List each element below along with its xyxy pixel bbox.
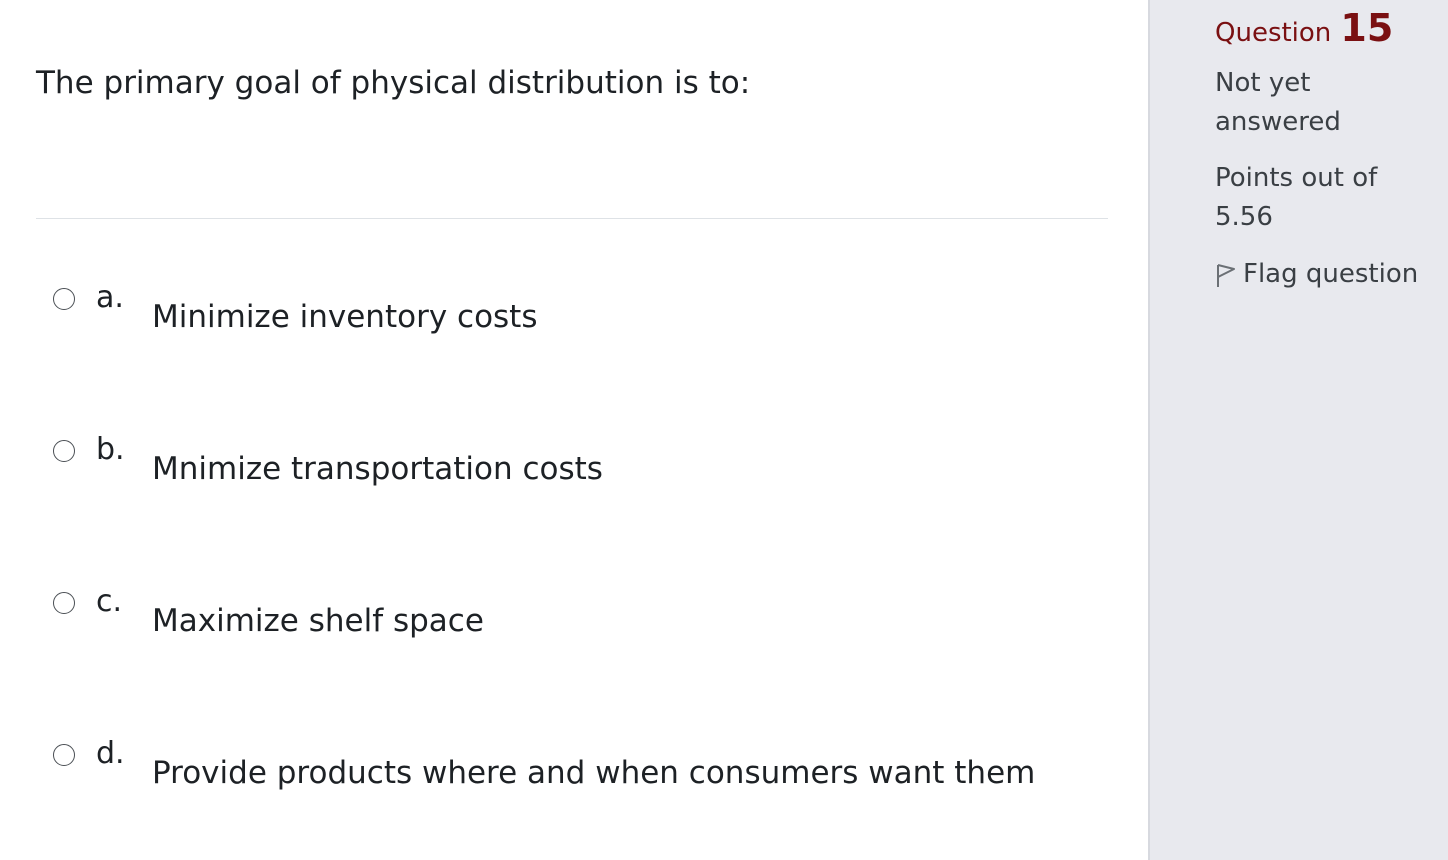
- flag-outline-icon[interactable]: [1215, 261, 1237, 287]
- flag-question-label[interactable]: Flag question: [1243, 259, 1418, 289]
- radio-button-c[interactable]: [53, 592, 75, 614]
- option-label[interactable]: Maximize shelf space: [152, 602, 484, 640]
- answer-option-c[interactable]: c. Maximize shelf space: [52, 584, 1112, 650]
- question-number: 15: [1340, 6, 1394, 50]
- question-grade: Points out of 5.56: [1215, 163, 1378, 232]
- radio-button-a[interactable]: [53, 288, 75, 310]
- option-letter: d.: [96, 736, 125, 771]
- answer-option-b[interactable]: b. Mnimize transportation costs: [52, 432, 1112, 498]
- option-label[interactable]: Provide products where and when consumer…: [152, 754, 1035, 792]
- option-label[interactable]: Mnimize transportation costs: [152, 450, 603, 488]
- question-content: The primary goal of physical distributio…: [0, 0, 1148, 860]
- option-letter: c.: [96, 584, 123, 619]
- answer-option-a[interactable]: a. Minimize inventory costs: [52, 280, 1112, 346]
- radio-button-b[interactable]: [53, 440, 75, 462]
- option-label[interactable]: Minimize inventory costs: [152, 298, 538, 336]
- answer-option-d[interactable]: d. Provide products where and when consu…: [52, 736, 1112, 802]
- option-letter: b.: [96, 432, 125, 467]
- question-word: Question: [1215, 18, 1332, 48]
- quiz-page: The primary goal of physical distributio…: [0, 0, 1448, 860]
- flag-question-link[interactable]: Flag question: [1215, 255, 1418, 293]
- divider: [36, 218, 1108, 219]
- option-letter: a.: [96, 280, 124, 315]
- question-text: The primary goal of physical distributio…: [36, 65, 751, 101]
- question-state: Not yet answered: [1215, 68, 1341, 137]
- question-info-panel: Question 15 Not yet answered Points out …: [1148, 0, 1448, 860]
- radio-button-d[interactable]: [53, 744, 75, 766]
- question-number-heading: Question 15: [1215, 8, 1393, 57]
